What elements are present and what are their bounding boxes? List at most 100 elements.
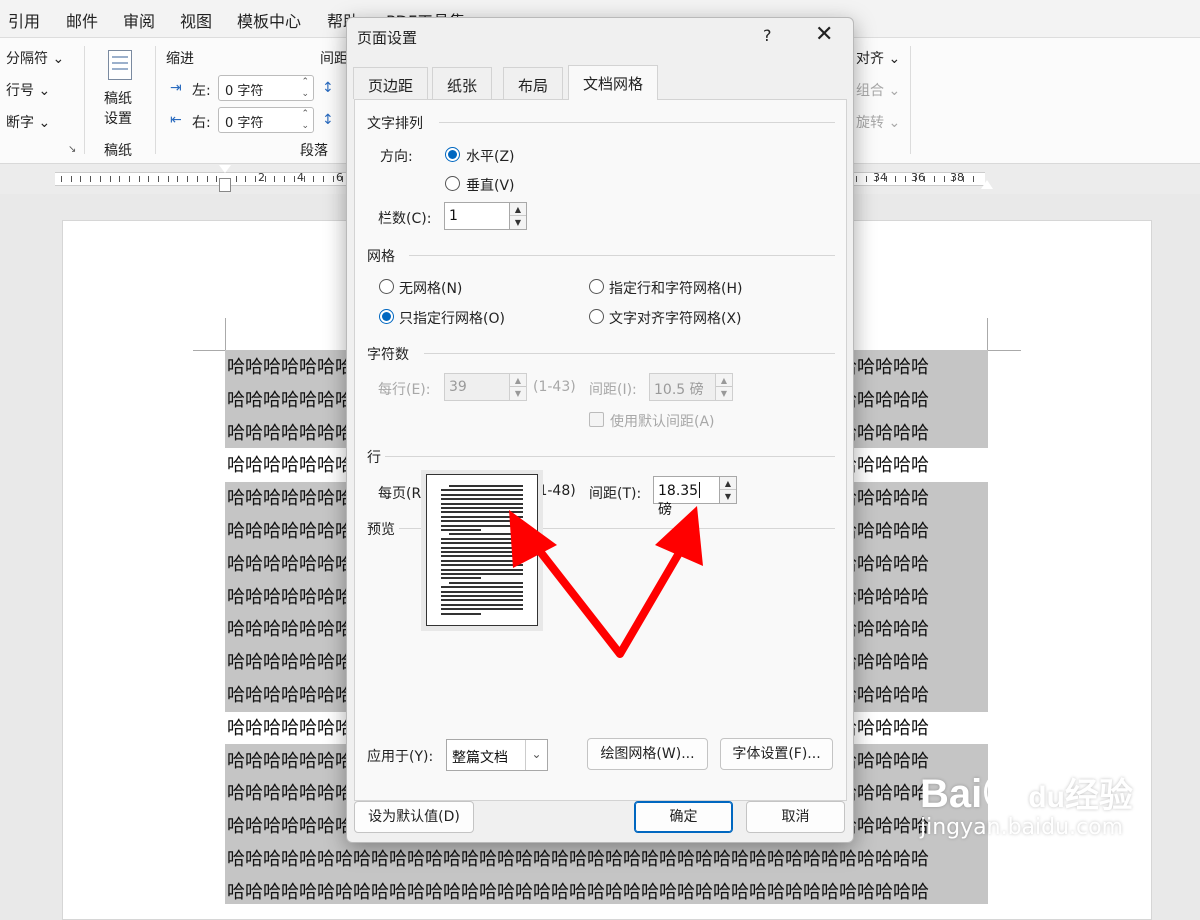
columns-input[interactable]: 1 — [444, 202, 510, 230]
grid-lines-only-radio[interactable] — [379, 309, 394, 324]
document-text-line[interactable]: 哈哈哈哈哈哈哈哈哈哈哈哈哈哈哈哈哈哈哈哈哈哈哈哈哈哈哈哈哈哈哈哈哈哈哈哈哈哈哈 — [227, 876, 987, 909]
ruler-tick — [235, 176, 237, 182]
section-divider — [439, 122, 835, 123]
paragraph-group-label: 段落 — [300, 143, 328, 159]
tab-mailings[interactable]: 邮件 — [66, 8, 98, 32]
group-button[interactable]: 组合 ⌄ — [856, 80, 900, 100]
tab-paper[interactable]: 纸张 — [432, 67, 493, 99]
text-cursor — [699, 482, 701, 498]
document-grid-panel — [354, 99, 847, 801]
rotate-button[interactable]: 旋转 ⌄ — [856, 112, 900, 132]
direction-vertical-radio[interactable] — [445, 176, 460, 191]
direction-vertical-label[interactable]: 垂直(V) — [466, 175, 515, 195]
section-divider — [409, 255, 835, 256]
manuscript-button-line2[interactable]: 设置 — [104, 108, 132, 128]
tab-template-center[interactable]: 模板中心 — [237, 8, 301, 32]
grid-none-label[interactable]: 无网格(N) — [399, 278, 462, 298]
use-default-pitch-checkbox[interactable] — [589, 412, 604, 427]
section-preview: 预览 — [367, 522, 395, 538]
grid-lines-only-label[interactable]: 只指定行网格(O) — [399, 308, 505, 328]
preview-line — [441, 577, 481, 580]
char-pitch-spinner[interactable]: ▲ ▼ — [715, 373, 733, 401]
set-default-button[interactable]: 设为默认值(D) — [354, 801, 474, 833]
spin-down-icon[interactable]: ▼ — [716, 387, 732, 400]
preview-line — [441, 502, 523, 505]
left-indent-marker[interactable] — [219, 165, 231, 173]
preview-line — [449, 581, 523, 584]
preview-line — [441, 612, 481, 615]
grid-lines-chars-radio[interactable] — [589, 279, 604, 294]
dialog-launcher-icon[interactable]: ↘ — [68, 144, 76, 155]
font-settings-button[interactable]: 字体设置(F)... — [720, 738, 833, 770]
spin-up-icon[interactable]: ▲ — [510, 374, 526, 387]
spin-up-icon[interactable]: ▲ — [716, 374, 732, 387]
hanging-indent-marker[interactable] — [219, 178, 231, 192]
ruler-tick — [322, 176, 324, 182]
section-grid: 网格 — [367, 249, 395, 265]
right-indent-marker[interactable] — [981, 180, 993, 189]
grid-snap-chars-label[interactable]: 文字对齐字符网格(X) — [609, 308, 742, 328]
direction-horizontal-label[interactable]: 水平(Z) — [466, 146, 515, 166]
cancel-button[interactable]: 取消 — [746, 801, 845, 833]
preview-line — [441, 537, 523, 540]
chars-per-line-spinner[interactable]: ▲ ▼ — [509, 373, 527, 401]
preview-line — [441, 603, 523, 606]
spin-down-icon[interactable]: ▼ — [720, 490, 736, 503]
spin-up-icon[interactable]: ▲ — [720, 477, 736, 490]
ruler-tick — [216, 176, 218, 182]
indent-left-input[interactable]: 0 字符 ⌃ ⌄ — [218, 75, 314, 101]
ruler-tick — [128, 176, 130, 182]
line-pitch-spinner[interactable]: ▲ ▼ — [719, 476, 737, 504]
watermark-brand: Bai — [920, 772, 983, 816]
chars-per-line-input[interactable]: 39 — [444, 373, 510, 401]
grid-lines-chars-label[interactable]: 指定行和字符网格(H) — [609, 278, 742, 298]
apply-to-select[interactable]: 整篇文档 ⌄ — [446, 739, 548, 771]
ribbon-separator — [84, 46, 85, 154]
ruler-tick — [245, 176, 247, 182]
tab-references[interactable]: 引用 — [8, 8, 40, 32]
preview-line — [441, 520, 523, 523]
align-button[interactable]: 对齐 ⌄ — [856, 48, 900, 68]
tab-layout[interactable]: 布局 — [503, 67, 564, 99]
line-numbers-button[interactable]: 行号 ⌄ — [6, 80, 50, 100]
preview-line — [441, 568, 523, 571]
spin-down-icon[interactable]: ▼ — [510, 216, 526, 229]
watermark-cn: 经验 — [1064, 776, 1133, 816]
preview-line — [441, 515, 523, 518]
tab-margins[interactable]: 页边距 — [353, 67, 429, 99]
hyphenation-button[interactable]: 断字 ⌄ — [6, 112, 50, 132]
use-default-pitch-label[interactable]: 使用默认间距(A) — [610, 411, 715, 431]
ruler-tick — [332, 176, 334, 182]
tab-document-grid[interactable]: 文档网格 — [568, 65, 659, 100]
ok-button[interactable]: 确定 — [634, 801, 733, 833]
direction-horizontal-radio[interactable] — [445, 147, 460, 162]
preview-line — [441, 489, 523, 492]
manuscript-group-label: 稿纸 — [104, 143, 132, 159]
ruler-tick — [904, 176, 906, 182]
grid-snap-chars-radio[interactable] — [589, 309, 604, 324]
indent-right-input[interactable]: 0 字符 ⌃ ⌄ — [218, 107, 314, 133]
manuscript-paper-icon[interactable] — [108, 50, 132, 80]
section-text-direction: 文字排列 — [367, 116, 423, 132]
grid-none-radio[interactable] — [379, 279, 394, 294]
line-pitch-input[interactable]: 18.35 磅 — [653, 476, 720, 518]
ruler-tick — [167, 176, 169, 182]
tab-view[interactable]: 视图 — [180, 8, 212, 32]
section-divider — [424, 353, 835, 354]
document-text-line[interactable]: 哈哈哈哈哈哈哈哈哈哈哈哈哈哈哈哈哈哈哈哈哈哈哈哈哈哈哈哈哈哈哈哈哈哈哈哈哈哈哈 — [227, 843, 987, 876]
tab-review[interactable]: 审阅 — [123, 8, 155, 32]
ruler-tick — [284, 176, 286, 182]
spin-up-icon[interactable]: ▲ — [510, 203, 526, 216]
columns-spinner[interactable]: ▲ ▼ — [509, 202, 527, 230]
char-pitch-input[interactable]: 10.5 磅 — [649, 373, 716, 401]
drawing-grid-button[interactable]: 绘图网格(W)... — [587, 738, 708, 770]
ruler-tick — [866, 176, 868, 182]
help-button[interactable]: ? — [763, 26, 772, 45]
section-divider — [385, 456, 835, 457]
ruler-tick — [943, 176, 945, 182]
indent-title: 缩进 — [166, 51, 194, 67]
breaks-button[interactable]: 分隔符 ⌄ — [6, 48, 64, 68]
close-icon[interactable]: ✕ — [815, 22, 833, 47]
manuscript-button-line1[interactable]: 稿纸 — [104, 88, 132, 108]
spin-down-icon[interactable]: ▼ — [510, 387, 526, 400]
